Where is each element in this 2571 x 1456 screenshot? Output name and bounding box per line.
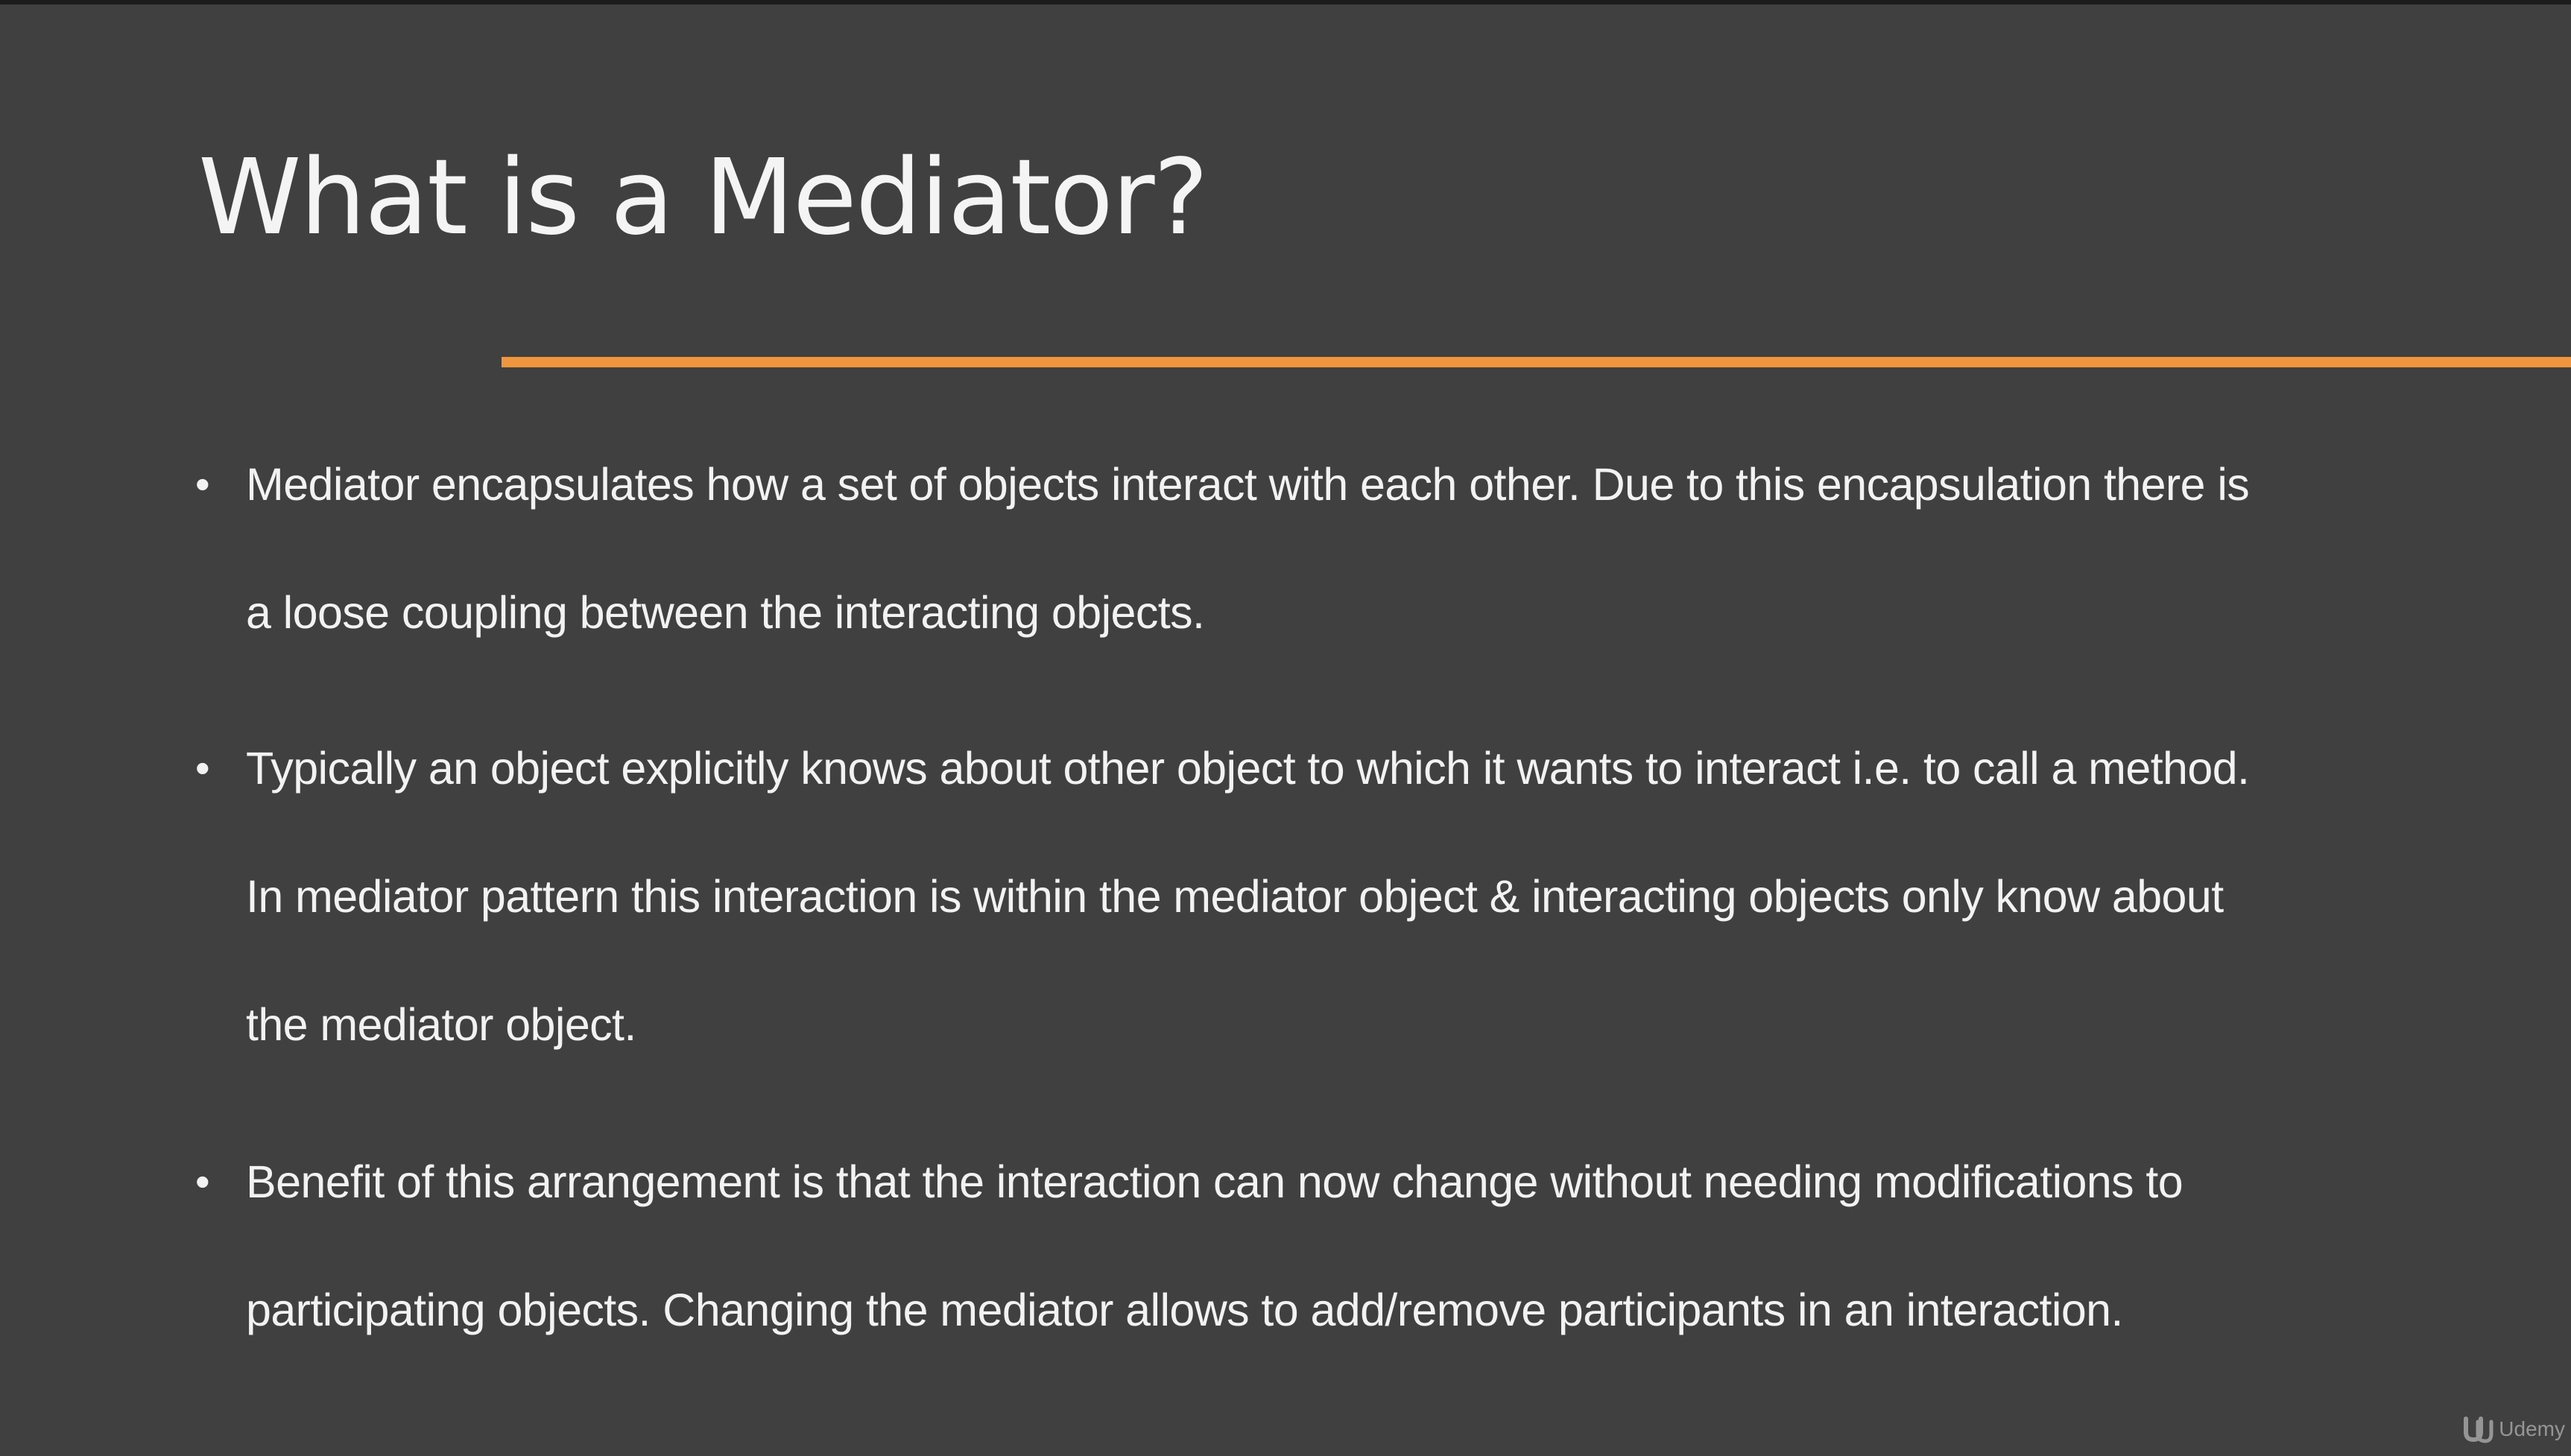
- udemy-logo-icon: [2461, 1414, 2494, 1444]
- bullet-text: Mediator encapsulates how a set of objec…: [246, 459, 2250, 638]
- watermark-label: Udemy: [2499, 1417, 2565, 1440]
- slide: What is a Mediator? • Mediator encapsula…: [0, 4, 2571, 1456]
- bullet-text: Typically an object explicitly knows abo…: [246, 743, 2250, 1050]
- slide-title: What is a Mediator?: [198, 137, 1209, 259]
- bullet-dot-icon: •: [195, 1158, 210, 1205]
- bullet-dot-icon: •: [195, 744, 210, 791]
- accent-divider: [502, 357, 2571, 367]
- bullet-dot-icon: •: [195, 460, 210, 507]
- bullet-text: Benefit of this arrangement is that the …: [246, 1156, 2183, 1335]
- udemy-watermark: Udemy: [2461, 1414, 2565, 1444]
